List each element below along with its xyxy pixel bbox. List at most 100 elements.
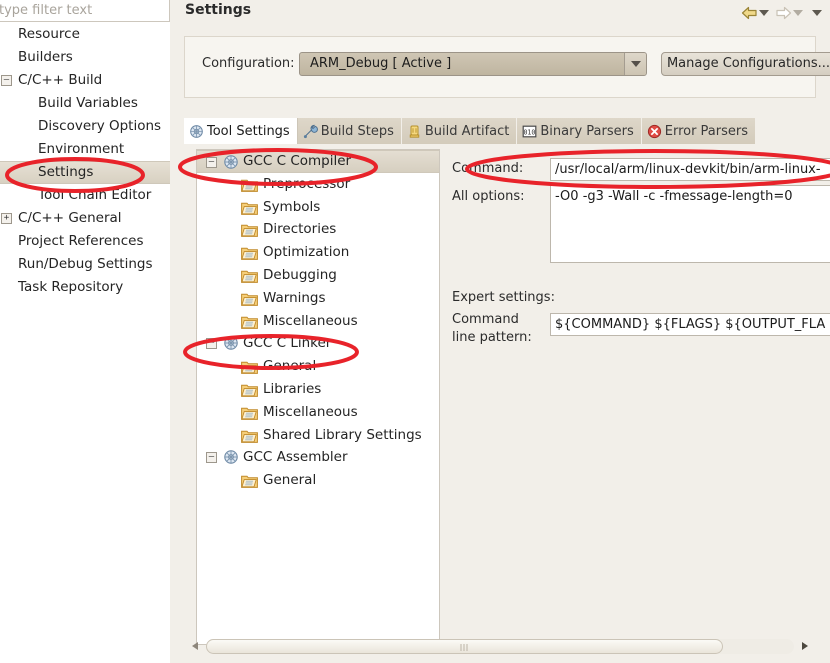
- tab-error-parsers[interactable]: Error Parsers: [641, 118, 757, 144]
- scroll-right-button[interactable]: [798, 639, 812, 653]
- configuration-label: Configuration:: [202, 56, 295, 71]
- svg-text:010: 010: [524, 128, 536, 136]
- tool-tree-item-label: Symbols: [263, 198, 321, 215]
- tool-tree-item-optimization[interactable]: Optimization: [197, 241, 439, 264]
- folder-icon: [241, 200, 258, 215]
- tool-tree-item-debugging[interactable]: Debugging: [197, 264, 439, 287]
- manage-configurations-button[interactable]: Manage Configurations...: [661, 52, 830, 76]
- tool-tree-item-shared-library-settings[interactable]: Shared Library Settings: [197, 424, 439, 447]
- tool-tree-item-label: GCC Assembler: [243, 449, 348, 466]
- collapse-icon[interactable]: –: [206, 452, 217, 464]
- sidebar-item-label: Environment: [38, 141, 125, 157]
- tool-tree-item-miscellaneous[interactable]: Miscellaneous: [197, 401, 439, 424]
- sidebar-item-c-c-general[interactable]: + C/C++ General: [0, 207, 170, 230]
- scroll-left-button[interactable]: [188, 639, 202, 653]
- tool-tree-item-directories[interactable]: Directories: [197, 218, 439, 241]
- tab-tool-settings[interactable]: Tool Settings: [184, 118, 298, 144]
- all-options-label: All options:: [452, 189, 525, 204]
- forward-arrow-icon: [776, 6, 792, 20]
- tab-build-artifact[interactable]: Build Artifact: [401, 118, 518, 144]
- expand-icon[interactable]: +: [1, 213, 12, 224]
- settings-page: Settings Configuration: ARM_Debug [ Acti…: [170, 0, 830, 663]
- folder-icon: [241, 407, 258, 420]
- sidebar-item-resource[interactable]: Resource: [0, 23, 170, 46]
- tab-binary-parsers[interactable]: 010 Binary Parsers: [517, 118, 642, 144]
- sidebar-item-project-references[interactable]: Project References: [0, 230, 170, 253]
- folder-icon: [241, 430, 258, 443]
- scrollbar-track[interactable]: [206, 638, 794, 654]
- chevron-down-icon: [630, 61, 641, 67]
- folder-icon: [241, 270, 258, 283]
- view-menu-chevron-down-icon[interactable]: [812, 10, 822, 16]
- configuration-select[interactable]: ARM_Debug [ Active ]: [299, 52, 647, 76]
- sidebar-item-label: Run/Debug Settings: [18, 256, 153, 272]
- sidebar-item-tool-chain-editor[interactable]: Tool Chain Editor: [0, 184, 170, 207]
- command-line-pattern-label-line2: line pattern:: [452, 330, 532, 345]
- folder-icon: [241, 405, 258, 420]
- command-line-pattern-label-line1: Command: [452, 312, 519, 327]
- tool-settings-panel: – GCC C Compiler Preprocessor Symbols Direct…: [184, 144, 830, 649]
- folder-icon: [241, 202, 258, 215]
- triangle-left-icon: [192, 642, 198, 650]
- folder-icon: [241, 361, 258, 375]
- tool-tree-item-general[interactable]: General: [197, 355, 439, 378]
- tool-tree-item-label: Miscellaneous: [263, 403, 358, 420]
- sidebar-item-discovery-options[interactable]: Discovery Options: [0, 115, 170, 138]
- tool-tree-item-general[interactable]: General: [197, 469, 439, 492]
- back-arrow-icon: [741, 6, 757, 20]
- filter-input[interactable]: type filter text: [0, 0, 170, 22]
- expert-settings-label: Expert settings:: [452, 290, 555, 305]
- collapse-icon[interactable]: –: [206, 338, 217, 350]
- sidebar-item-label: Resource: [18, 26, 80, 42]
- collapse-icon[interactable]: –: [206, 157, 217, 168]
- folder-icon: [241, 359, 258, 375]
- tool-tree-item-gcc-c-compiler[interactable]: – GCC C Compiler: [197, 150, 439, 173]
- sidebar-item-builders[interactable]: Builders: [0, 46, 170, 69]
- sidebar-item-label: Discovery Options: [38, 118, 162, 134]
- scrollbar-grip-icon: [460, 643, 470, 651]
- tool-tree[interactable]: – GCC C Compiler Preprocessor Symbols Direct…: [196, 149, 440, 645]
- sidebar-item-label: Settings: [38, 164, 94, 180]
- forward-history-chevron-down-icon[interactable]: [793, 10, 803, 16]
- command-line-pattern-input[interactable]: ${COMMAND} ${FLAGS} ${OUTPUT_FLA: [550, 313, 830, 336]
- sidebar-item-environment[interactable]: Environment: [0, 138, 170, 161]
- back-button[interactable]: [741, 6, 769, 20]
- folder-icon: [241, 293, 258, 306]
- folder-icon: [241, 222, 258, 238]
- gear-icon: [189, 124, 204, 139]
- tool-tree-item-warnings[interactable]: Warnings: [197, 287, 439, 310]
- folder-icon: [241, 291, 258, 306]
- sidebar-item-run-debug-settings[interactable]: Run/Debug Settings: [0, 253, 170, 276]
- tool-tree-item-gcc-assembler[interactable]: – GCC Assembler: [197, 446, 439, 469]
- all-options-textarea[interactable]: -O0 -g3 -Wall -c -fmessage-length=0: [550, 185, 830, 263]
- command-input[interactable]: /usr/local/arm/linux-devkit/bin/arm-linu…: [550, 158, 830, 181]
- gear-icon: [223, 449, 239, 465]
- sidebar-item-build-variables[interactable]: Build Variables: [0, 92, 170, 115]
- sidebar-item-task-repository[interactable]: Task Repository: [0, 276, 170, 299]
- tab-label: Build Steps: [320, 123, 394, 139]
- forward-button[interactable]: [775, 6, 803, 20]
- tool-tree-item-symbols[interactable]: Symbols: [197, 196, 439, 219]
- binary-parser-icon: 010: [522, 125, 537, 137]
- horizontal-scrollbar[interactable]: [184, 636, 816, 656]
- tool-tree-item-miscellaneous[interactable]: Miscellaneous: [197, 310, 439, 333]
- sidebar-item-label: C/C++ General: [18, 210, 122, 226]
- tool-tree-item-label: Miscellaneous: [263, 312, 358, 329]
- sidebar-item-label: Tool Chain Editor: [38, 187, 152, 203]
- tool-tree-item-label: General: [263, 472, 317, 489]
- tool-tree-item-preprocessor[interactable]: Preprocessor: [197, 173, 439, 196]
- scrollbar-thumb[interactable]: [206, 638, 724, 654]
- sidebar-item-c-c-build[interactable]: – C/C++ Build: [0, 69, 170, 92]
- tool-tree-item-libraries[interactable]: Libraries: [197, 378, 439, 401]
- configuration-dropdown-button[interactable]: [624, 53, 646, 75]
- collapse-icon[interactable]: –: [1, 75, 12, 86]
- tool-tree-item-gcc-c-linker[interactable]: – GCC C Linker: [197, 332, 439, 355]
- tool-tree-item-label: GCC C Compiler: [243, 153, 352, 169]
- gear-icon: [224, 450, 238, 465]
- sidebar-item-settings[interactable]: Settings: [0, 161, 170, 184]
- folder-icon: [241, 316, 258, 329]
- back-history-chevron-down-icon[interactable]: [759, 10, 769, 16]
- properties-tree[interactable]: Resource Builders – C/C++ Build Build Variab…: [0, 23, 170, 663]
- tab-build-steps[interactable]: Build Steps: [297, 118, 402, 144]
- binary-parser-icon: 010: [522, 124, 537, 139]
